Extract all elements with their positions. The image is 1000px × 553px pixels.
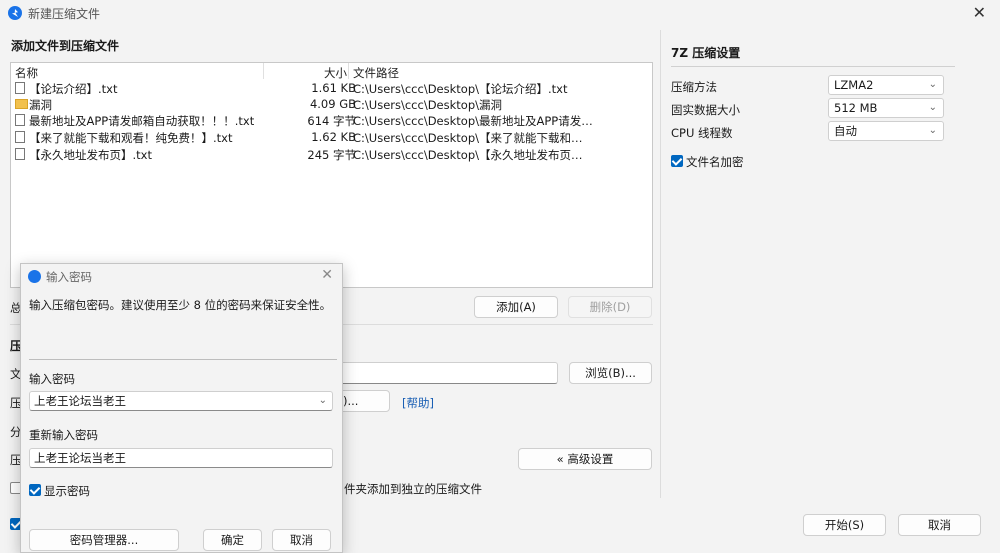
app-logo-icon (8, 6, 22, 20)
file-name: 【论坛介绍】.txt (29, 82, 118, 96)
file-row[interactable]: 【论坛介绍】.txt 1.61 KB C:\Users\ccc\Desktop\… (11, 80, 651, 97)
password-dialog: 输入密码 ✕ 输入压缩包密码。建议使用至少 8 位的密码来保证安全性。 输入密码… (20, 263, 343, 553)
file-name: 【来了就能下载和观看！纯免费！】.txt (29, 131, 233, 145)
reenter-password-value: 上老王论坛当老王 (34, 451, 126, 465)
column-separator[interactable] (348, 63, 349, 79)
file-path: C:\Users\ccc\Desktop\漏洞 (353, 98, 502, 112)
advanced-settings-button[interactable]: « 高级设置 (518, 448, 652, 470)
cancel-button[interactable]: 取消 (898, 514, 981, 536)
password-label: 输入密码 (29, 372, 75, 386)
file-path: C:\Users\ccc\Desktop\【论坛介绍】.txt (353, 82, 568, 96)
chevron-down-icon: ⌄ (928, 79, 937, 90)
delete-button[interactable]: 删除(D) (568, 296, 652, 318)
column-separator[interactable] (263, 63, 264, 79)
text-file-icon (15, 114, 25, 126)
chevron-down-icon: ⌄ (928, 102, 937, 113)
start-button[interactable]: 开始(S) (803, 514, 886, 536)
dict-size-select[interactable]: 512 MB ⌄ (828, 98, 944, 118)
threads-label: CPU 线程数 (671, 126, 733, 140)
password-value: 上老王论坛当老王 (34, 394, 126, 408)
title-bar: 新建压缩文件 ✕ (0, 0, 1000, 26)
column-header-name[interactable]: 名称 (15, 65, 38, 81)
close-icon[interactable]: ✕ (321, 267, 333, 283)
close-icon[interactable]: ✕ (973, 3, 986, 22)
separate-archive-label: 件夹添加到独立的压缩文件 (344, 482, 482, 496)
method-label: 压缩方法 (671, 80, 717, 94)
method-select[interactable]: LZMA2 ⌄ (828, 75, 944, 95)
method-value: LZMA2 (834, 78, 874, 92)
file-path: C:\Users\ccc\Desktop\【来了就能下载和观看... (353, 131, 593, 145)
text-file-icon (15, 131, 25, 143)
reenter-password-input[interactable]: 上老王论坛当老王 (29, 448, 333, 468)
compression-settings-panel: 7Z 压缩设置 压缩方法 LZMA2 ⌄ 固实数据大小 512 MB ⌄ CPU… (660, 30, 990, 498)
dict-size-value: 512 MB (834, 101, 878, 115)
file-name: 【永久地址发布页】.txt (29, 148, 152, 162)
settings-divider (671, 66, 955, 67)
reenter-password-label: 重新输入密码 (29, 428, 98, 442)
encrypt-filenames-label: 文件名加密 (686, 155, 744, 169)
window-title: 新建压缩文件 (28, 7, 101, 21)
dialog-divider (29, 359, 337, 360)
compression-settings-title: 7Z 压缩设置 (671, 46, 741, 60)
password-manager-button[interactable]: 密码管理器... (29, 529, 179, 551)
file-row[interactable]: 最新地址及APP请发邮箱自动获取！！！.txt 614 字节 C:\Users\… (11, 112, 651, 129)
dialog-description: 输入压缩包密码。建议使用至少 8 位的密码来保证安全性。 (29, 298, 332, 312)
browse-button[interactable]: 浏览(B)... (569, 362, 652, 384)
file-list[interactable]: 名称 大小 文件路径 【论坛介绍】.txt 1.61 KB C:\Users\c… (10, 62, 653, 288)
file-size: 614 字节 (307, 114, 356, 128)
file-size: 1.61 KB (311, 81, 356, 95)
chevron-down-icon[interactable]: ⌄ (319, 392, 327, 410)
threads-value: 自动 (834, 124, 857, 138)
show-password-label: 显示密码 (44, 484, 90, 498)
file-name: 最新地址及APP请发邮箱自动获取！！！.txt (29, 114, 255, 128)
column-header-size[interactable]: 大小 (324, 65, 347, 81)
file-row[interactable]: 漏洞 4.09 GB C:\Users\ccc\Desktop\漏洞 (11, 96, 651, 113)
dict-size-label: 固实数据大小 (671, 103, 740, 117)
file-name: 漏洞 (29, 98, 52, 112)
file-row[interactable]: 【来了就能下载和观看！纯免费！】.txt 1.62 KB C:\Users\cc… (11, 129, 651, 146)
file-path: C:\Users\ccc\Desktop\最新地址及APP请发邮... (353, 114, 593, 128)
column-header-path[interactable]: 文件路径 (353, 65, 399, 81)
password-input[interactable]: 上老王论坛当老王 ⌄ (29, 391, 333, 411)
dialog-title: 输入密码 (46, 270, 92, 284)
text-file-icon (15, 82, 25, 94)
file-size: 245 字节 (307, 148, 356, 162)
encrypt-filenames-checkbox[interactable] (671, 155, 683, 167)
dialog-cancel-button[interactable]: 取消 (272, 529, 331, 551)
text-file-icon (15, 148, 25, 160)
folder-icon (15, 99, 28, 109)
file-size: 4.09 GB (309, 97, 356, 111)
help-link[interactable]: [帮助] (402, 395, 434, 411)
file-row[interactable]: 【永久地址发布页】.txt 245 字节 C:\Users\ccc\Deskto… (11, 146, 651, 163)
threads-select[interactable]: 自动 ⌄ (828, 121, 944, 141)
file-size: 1.62 KB (311, 130, 356, 144)
add-button[interactable]: 添加(A) (474, 296, 558, 318)
files-section-title: 添加文件到压缩文件 (11, 39, 120, 53)
file-path: C:\Users\ccc\Desktop\【永久地址发布页】.txt (353, 148, 593, 162)
app-logo-icon (28, 270, 41, 283)
ok-button[interactable]: 确定 (203, 529, 262, 551)
chevron-down-icon: ⌄ (928, 125, 937, 136)
show-password-checkbox[interactable] (29, 484, 41, 496)
